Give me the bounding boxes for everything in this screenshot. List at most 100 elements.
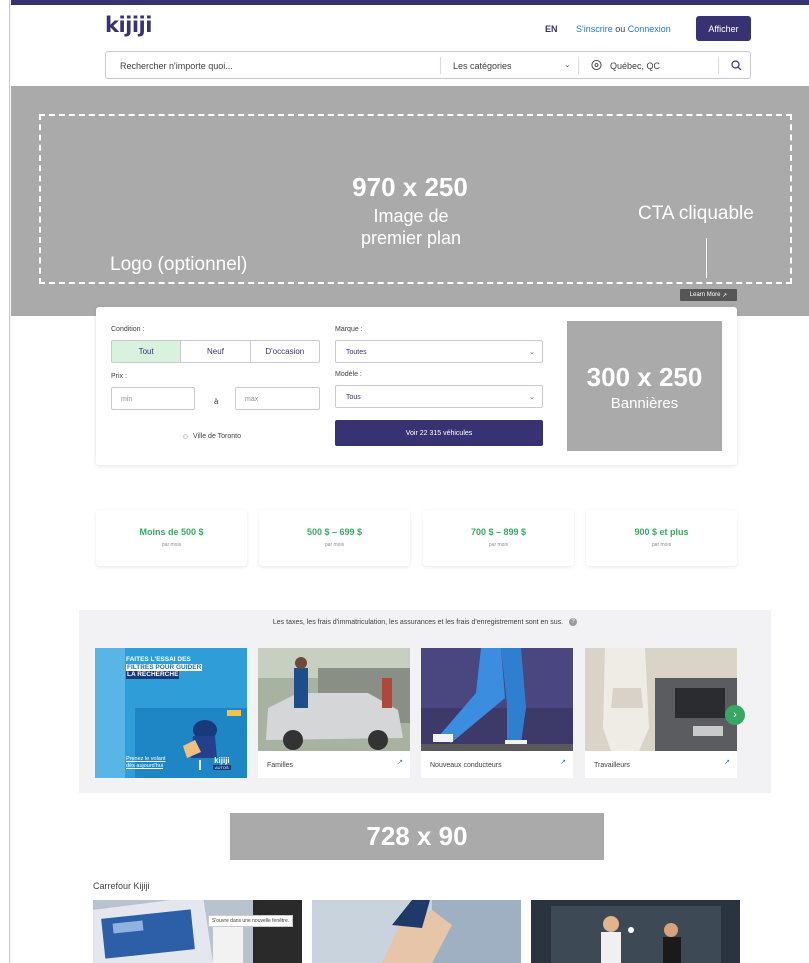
price-range-label: 700 $ – 899 $ — [470, 527, 527, 537]
price-range-card[interactable]: 500 $ – 699 $ par mois — [259, 510, 410, 566]
promo-card-families[interactable]: Familles ↗ — [258, 648, 410, 778]
search-button[interactable] — [721, 52, 751, 78]
cta-pointer-line — [706, 238, 707, 278]
signup-link[interactable]: S'inscrire — [576, 24, 613, 34]
condition-segmented-control: Tout Neuf D'occasion — [111, 340, 320, 363]
price-range-sub: par mois — [161, 542, 182, 548]
divider — [578, 57, 579, 74]
hero-size-label: 970 x 250 — [352, 172, 468, 202]
price-range-label: 900 $ et plus — [634, 527, 689, 537]
side-banner-label: Bannières — [610, 395, 679, 412]
feature-cta-line1: Prenez le volant — [126, 756, 166, 762]
language-toggle[interactable]: EN — [545, 24, 558, 34]
location-select[interactable]: Québec, QC — [610, 61, 660, 71]
promo-card-title: Travailleurs — [594, 762, 630, 769]
chevron-down-icon: ⌄ — [529, 394, 535, 401]
carrefour-photo-family-car — [531, 900, 740, 963]
new-drivers-photo — [421, 648, 573, 751]
price-range-card[interactable]: 700 $ – 899 $ par mois — [423, 510, 574, 566]
hero-cta-label: CTA cliquable — [638, 203, 754, 224]
promo-card-title: Nouveaux conducteurs — [430, 762, 502, 769]
workers-photo — [585, 648, 737, 751]
help-icon[interactable]: ? — [569, 618, 578, 626]
families-photo — [258, 648, 410, 751]
price-separator: à — [214, 397, 219, 406]
feature-headline-2: FILTRES POUR GUIDER — [126, 663, 203, 671]
make-label: Marque : — [335, 326, 363, 333]
model-select[interactable]: Tous ⌄ — [335, 385, 543, 408]
chevron-down-icon: ⌄ — [564, 60, 571, 69]
condition-option-used[interactable]: D'occasion — [251, 341, 319, 362]
model-label: Modèle : — [335, 371, 362, 378]
external-link-icon: ↗ — [397, 759, 403, 766]
window-left-edge — [0, 0, 10, 963]
carrefour-photo-laptop — [93, 900, 302, 963]
feature-headline-3: LA RECHERCHE — [126, 671, 180, 679]
city-filter[interactable]: Ville de Toronto — [183, 433, 241, 440]
post-ad-button[interactable]: Afficher — [696, 16, 751, 41]
search-icon — [730, 59, 741, 70]
see-vehicles-button[interactable]: Voir 22 315 véhicules — [335, 420, 543, 446]
feature-brand-sub: AUTOS — [213, 765, 231, 770]
carrefour-card[interactable] — [312, 900, 521, 963]
feature-brand: kijiji — [214, 756, 230, 765]
chevron-down-icon: ⌄ — [529, 349, 535, 356]
price-range-label: Moins de 500 $ — [139, 527, 204, 537]
hero-ad-placeholder[interactable]: 970 x 250 Image de premier plan Logo (op… — [11, 86, 809, 316]
hero-subtitle-line1: Image de — [373, 206, 449, 226]
feature-cta-line2: dès aujourd'hui — [126, 763, 164, 769]
side-banner-placeholder[interactable]: 300 x 250 Bannières — [567, 321, 722, 451]
feature-promo-banner[interactable]: FAITES L'ESSAI DES FILTRES POUR GUIDER L… — [95, 648, 247, 778]
external-link-icon: ↗ — [722, 292, 728, 299]
hero-subtitle-line2: premier plan — [360, 228, 462, 248]
auth-links: S'inscrire ou Connexion — [576, 24, 671, 34]
login-link[interactable]: Connexion — [628, 24, 671, 34]
location-pin-icon — [591, 59, 602, 71]
hero-logo-label: Logo (optionnel) — [110, 254, 248, 275]
price-range-sub: par mois — [651, 542, 672, 548]
condition-label: Condition : — [111, 326, 145, 333]
chevron-right-icon: › — [733, 709, 737, 721]
carousel-next-button[interactable]: › — [725, 705, 745, 725]
carrefour-card[interactable] — [531, 900, 740, 963]
kijiji-logo[interactable]: kijiji — [105, 13, 152, 37]
promo-section: Les taxes, les frais d'immatriculation, … — [79, 610, 771, 793]
price-range-card[interactable]: Moins de 500 $ par mois — [96, 510, 247, 566]
category-select[interactable]: Les catégories — [453, 61, 512, 71]
tax-note: Les taxes, les frais d'immatriculation, … — [79, 618, 771, 626]
promo-card-workers[interactable]: Travailleurs ↗ — [585, 648, 737, 778]
promo-card-title: Familles — [267, 762, 294, 769]
carrefour-card[interactable] — [93, 900, 302, 963]
carrefour-photo-keys — [312, 900, 521, 963]
price-range-label: 500 $ – 699 $ — [306, 527, 363, 537]
divider — [718, 57, 719, 74]
promo-card-new-drivers[interactable]: Nouveaux conducteurs ↗ — [421, 648, 573, 778]
tax-note-text: Les taxes, les frais d'immatriculation, … — [272, 618, 564, 626]
price-range-sub: par mois — [488, 542, 509, 548]
make-select-value: Toutes — [346, 349, 367, 356]
price-range-sub: par mois — [324, 542, 345, 548]
price-max-input[interactable]: max — [235, 387, 320, 410]
section-title: Carrefour Kijiji — [93, 881, 150, 891]
leaderboard-ad-placeholder[interactable]: 728 x 90 — [230, 813, 604, 860]
learn-more-button[interactable]: Learn More ↗ — [680, 289, 737, 301]
price-min-input[interactable]: min — [111, 387, 195, 410]
page: kijiji EN S'inscrire ou Connexion Affich… — [11, 0, 809, 963]
top-accent-line — [11, 0, 809, 5]
feature-headline-1: FAITES L'ESSAI DES — [126, 656, 247, 664]
hero-subtitle: Image de premier plan — [336, 205, 486, 249]
external-link-icon: ↗ — [724, 759, 730, 766]
radio-icon — [183, 433, 188, 439]
condition-option-new[interactable]: Neuf — [181, 341, 251, 362]
condition-option-all[interactable]: Tout — [112, 341, 182, 362]
external-link-icon: ↗ — [560, 759, 566, 766]
search-input[interactable]: Rechercher n'importe quoi... — [120, 61, 233, 71]
auth-or: ou — [612, 24, 628, 34]
make-select[interactable]: Toutes ⌄ — [335, 340, 543, 363]
side-banner-size: 300 x 250 — [586, 362, 703, 392]
new-window-tooltip: S'ouvre dans une nouvelle fenêtre. — [208, 915, 294, 927]
price-range-card[interactable]: 900 $ et plus par mois — [586, 510, 737, 566]
price-label: Prix : — [111, 373, 127, 380]
divider — [440, 57, 441, 74]
model-select-value: Tous — [346, 394, 361, 401]
